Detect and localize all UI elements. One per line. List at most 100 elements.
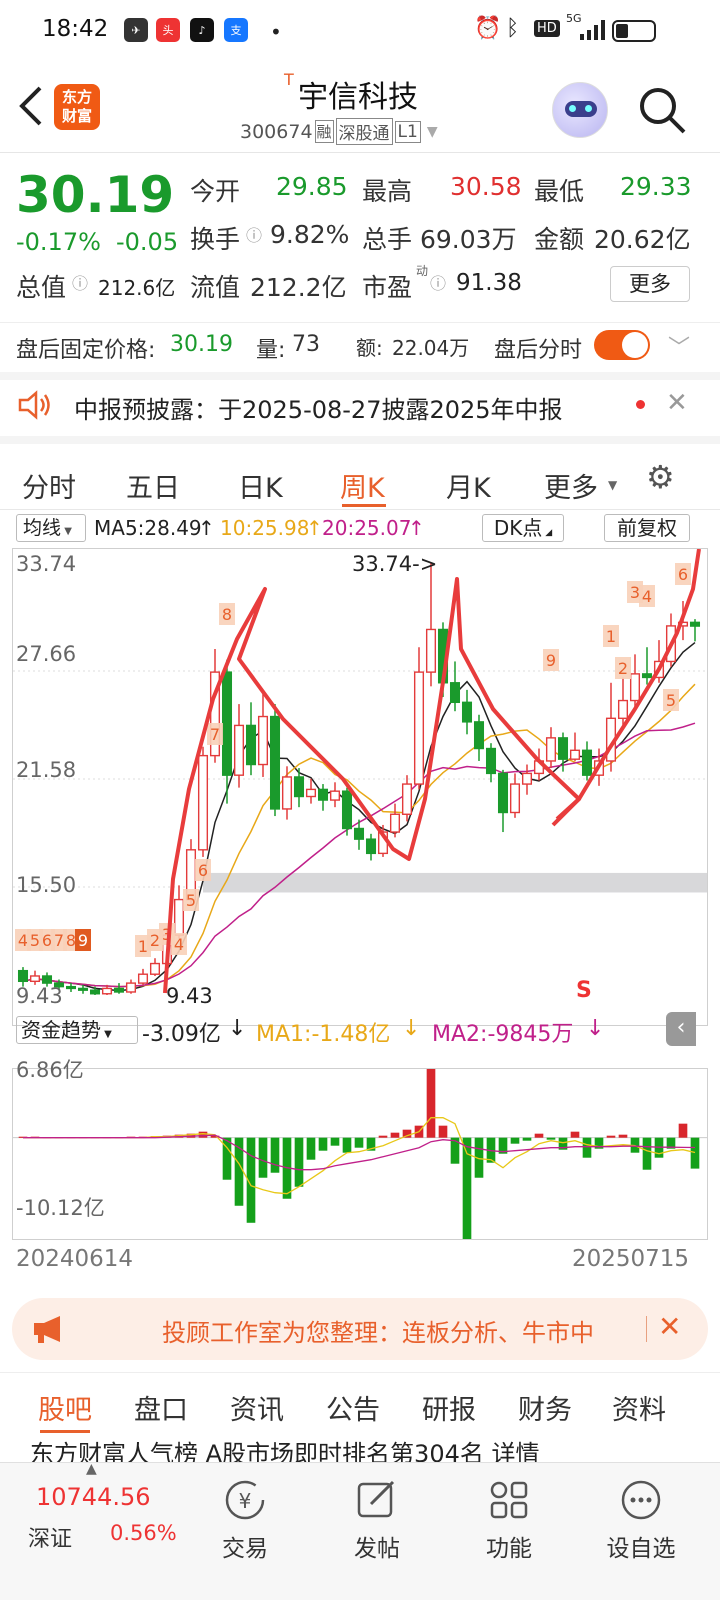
alarm-icon: ⏰ <box>474 16 502 41</box>
toutiao-icon: 头 <box>156 18 180 42</box>
title-prefix: T <box>284 70 294 89</box>
dk-point-button[interactable]: DK点 ◢ <box>482 514 564 542</box>
assistant-robot-icon[interactable] <box>552 82 608 138</box>
tab-financials[interactable]: 财务 <box>518 1388 572 1427</box>
candle-body <box>461 701 473 723</box>
index-name[interactable]: 深证 <box>28 1521 72 1553</box>
turnover-value: 9.82% <box>270 220 350 249</box>
close-icon[interactable]: ✕ <box>666 388 688 418</box>
low-label: 最低 <box>534 177 585 206</box>
more-dots-icon <box>618 1477 664 1523</box>
stock-code: 300674 <box>240 120 313 143</box>
margin-tag: 融 <box>314 120 334 143</box>
ma5-arrow: ↑ <box>198 516 215 540</box>
index-value[interactable]: 10744.56 <box>36 1483 151 1511</box>
tab-more[interactable]: 更多 <box>544 466 598 505</box>
unread-dot <box>636 400 645 409</box>
stock-code-row[interactable]: 300674 融 深股通 L1 ▼ <box>240 118 438 145</box>
fund-ma1-arrow: ↓ <box>402 1016 421 1041</box>
fund-bar <box>570 1131 580 1138</box>
nav-add-watchlist[interactable]: 设自选 <box>586 1477 696 1563</box>
candle-body <box>101 987 113 995</box>
tab-weekly-k[interactable]: 周K <box>340 466 385 505</box>
candle-body <box>497 772 509 814</box>
adjust-button[interactable]: 前复权 <box>604 514 690 542</box>
candle-body <box>353 827 365 840</box>
candle-body <box>617 699 629 720</box>
back-button[interactable] <box>14 80 48 132</box>
settings-gear-icon[interactable]: ⚙ <box>646 458 675 496</box>
tab-news[interactable]: 资讯 <box>230 1388 284 1427</box>
info-icon[interactable]: ⓘ <box>72 270 88 294</box>
tab-intraday[interactable]: 分时 <box>22 466 76 505</box>
advisor-banner[interactable]: 投顾工作室为您整理：连板分析、牛市中 ✕ <box>12 1298 708 1360</box>
edit-post-icon <box>354 1477 400 1523</box>
fund-bar <box>642 1137 652 1170</box>
fund-bar <box>270 1137 280 1173</box>
notice-text[interactable]: 中报预披露：于2025-08-27披露2025年中报 <box>74 390 563 425</box>
collapse-panel-button[interactable]: ‹ <box>666 1012 696 1046</box>
td-marker: 2 <box>150 931 160 950</box>
tab-profile[interactable]: 资料 <box>612 1388 666 1427</box>
fund-bar <box>522 1137 532 1141</box>
trade-yuan-icon: ¥ <box>222 1477 268 1523</box>
candle-body <box>581 749 593 776</box>
tab-research[interactable]: 研报 <box>422 1388 476 1427</box>
eastmoney-logo[interactable]: 东方 财富 <box>54 84 100 130</box>
speaker-icon <box>18 390 52 420</box>
fund-ma2-arrow: ↓ <box>586 1016 605 1041</box>
caret-down-icon: ▼ <box>608 478 618 492</box>
change-pct: -0.17% <box>16 228 101 256</box>
tab-guba[interactable]: 股吧 <box>38 1388 92 1427</box>
nav-trade[interactable]: ¥ 交易 <box>190 1477 300 1563</box>
nav-functions[interactable]: 功能 <box>454 1477 564 1563</box>
candle-body <box>317 788 329 801</box>
change-value: -0.05 <box>116 228 179 256</box>
fund-flow-chart[interactable] <box>12 1068 708 1240</box>
fund-bar <box>534 1133 544 1138</box>
after-hours-amt: 22.04万 <box>392 336 470 360</box>
douyin-icon: ♪ <box>190 18 214 42</box>
tab-five-day[interactable]: 五日 <box>126 466 180 505</box>
candle-body <box>401 783 413 815</box>
close-icon[interactable]: ✕ <box>658 1310 681 1343</box>
caret-up-icon: ▲ <box>86 1461 97 1477</box>
td-marker: 5 <box>666 691 676 710</box>
fund-ymin: -10.12亿 <box>16 1196 105 1220</box>
tab-monthly-k[interactable]: 月K <box>446 466 491 505</box>
search-icon[interactable] <box>636 84 688 136</box>
after-hours-amt-label: 额: <box>356 336 383 360</box>
candle-body <box>245 724 257 766</box>
mcap-label: 总值 <box>16 273 67 302</box>
status-bar: 18:42 ✈ 头 ♪ 支 • ⏰ ᛒ HD 5G <box>0 0 720 64</box>
kline-chart[interactable]: 456789123456789123456 <box>12 548 708 1026</box>
fund-bar <box>438 1125 448 1138</box>
td-marker: 7 <box>54 931 64 950</box>
info-icon[interactable]: ⓘ <box>430 270 446 294</box>
index-pct[interactable]: 0.56% <box>110 1521 177 1545</box>
hand-annotation-line <box>551 548 701 827</box>
y-tick-1: 33.74 <box>16 552 77 576</box>
candle-body <box>545 737 557 762</box>
tab-order-book[interactable]: 盘口 <box>134 1388 188 1427</box>
fund-indicator-label: 资金趋势 <box>21 1018 101 1042</box>
more-quote-button[interactable]: 更多 <box>610 266 690 302</box>
td-marker: 6 <box>678 565 688 584</box>
chevron-down-icon[interactable]: ﹀ <box>668 330 690 362</box>
after-hours-toggle[interactable] <box>594 330 650 360</box>
hd-icon: HD <box>534 20 560 37</box>
info-icon[interactable]: ⓘ <box>246 222 262 246</box>
tab-daily-k[interactable]: 日K <box>238 466 283 505</box>
fund-indicator-select[interactable]: 资金趋势 ▼ <box>16 1016 138 1044</box>
signal-icon <box>580 20 606 40</box>
bluetooth-icon: ᛒ <box>506 16 520 41</box>
fund-bar <box>294 1137 304 1187</box>
candle-body <box>269 715 281 810</box>
y-tick-5: 9.43 <box>16 984 63 1008</box>
ma-indicator-select[interactable]: 均线 ▼ <box>16 514 86 542</box>
popularity-peek[interactable]: 东方财富人气榜 A股市场即时排名第304名 详情 <box>0 1436 720 1464</box>
ma20-arrow: ↑ <box>408 516 425 540</box>
fund-value: -3.09亿 <box>142 1022 221 1047</box>
tab-announcements[interactable]: 公告 <box>326 1388 380 1427</box>
nav-post[interactable]: 发帖 <box>322 1477 432 1563</box>
